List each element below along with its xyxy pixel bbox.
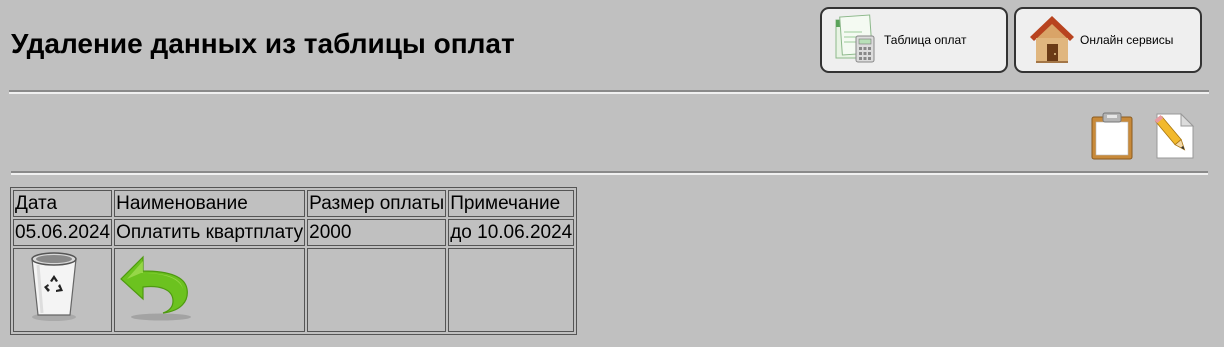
payments-table-label: Таблица оплат — [884, 33, 967, 47]
cell-name: Оплатить квартплату — [114, 219, 306, 246]
column-header-name: Наименование — [114, 190, 306, 217]
column-header-amount: Размер оплаты — [307, 190, 447, 217]
empty-cell — [307, 248, 447, 332]
payments-table-button[interactable]: Таблица оплат — [820, 7, 1008, 73]
trash-icon[interactable] — [16, 251, 94, 323]
empty-cell — [448, 248, 575, 332]
column-header-date: Дата — [13, 190, 113, 217]
clipboard-icon[interactable] — [1089, 112, 1135, 160]
toolbar-divider — [11, 171, 1208, 175]
cell-amount: 2000 — [307, 219, 447, 246]
edit-document-icon[interactable] — [1153, 112, 1195, 160]
cell-note: до 10.06.2024 — [448, 219, 575, 246]
page-title: Удаление данных из таблицы оплат — [11, 28, 515, 59]
payments-table: Дата Наименование Размер оплаты Примечан… — [10, 187, 578, 335]
undo-cell — [114, 248, 306, 332]
cell-date: 05.06.2024 — [13, 219, 113, 246]
table-row: 05.06.2024 Оплатить квартплату 2000 до 1… — [13, 219, 575, 246]
online-services-label: Онлайн сервисы — [1080, 33, 1174, 47]
column-header-note: Примечание — [448, 190, 575, 217]
actions-row — [13, 248, 575, 332]
online-services-button[interactable]: Онлайн сервисы — [1014, 7, 1202, 73]
table-header-row: Дата Наименование Размер оплаты Примечан… — [13, 190, 575, 217]
payments-table-icon — [835, 14, 875, 63]
house-icon — [1030, 16, 1074, 63]
undo-arrow-icon[interactable] — [117, 251, 197, 323]
delete-cell — [13, 248, 113, 332]
header-divider — [9, 90, 1209, 94]
